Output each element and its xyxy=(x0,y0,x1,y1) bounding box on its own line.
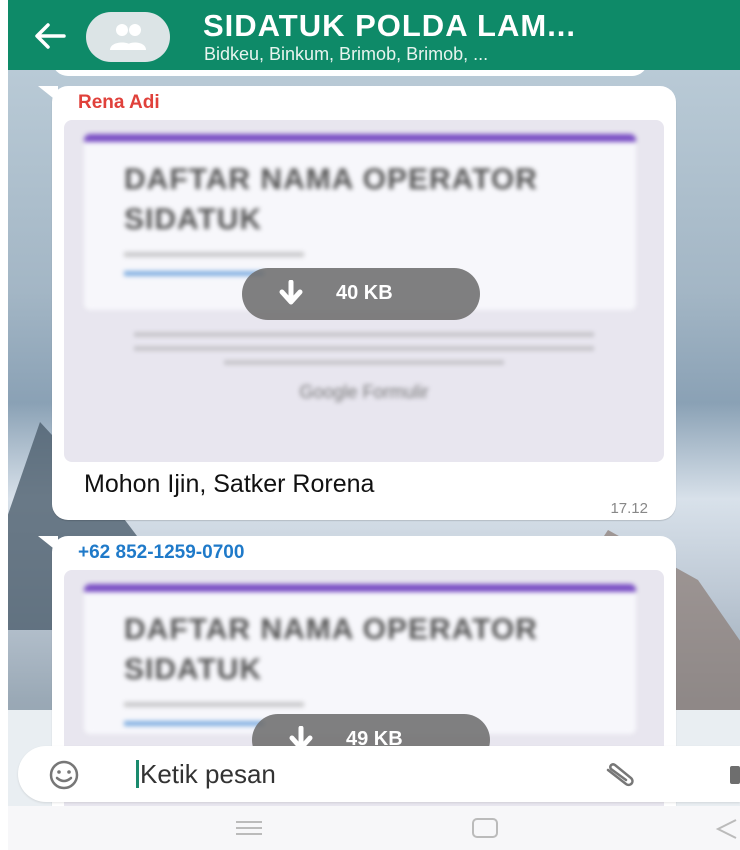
chat-area[interactable]: Rena Adi DAFTAR NAMA OPERATOR SIDATUK Go… xyxy=(8,70,740,810)
camera-icon[interactable] xyxy=(730,766,740,784)
bubble-tail xyxy=(38,86,58,102)
home-icon[interactable] xyxy=(472,818,498,838)
previous-message-bubble xyxy=(52,70,648,76)
message-composer xyxy=(18,746,740,802)
form-preview-card: DAFTAR NAMA OPERATOR SIDATUK xyxy=(84,584,636,734)
link-preview[interactable]: DAFTAR NAMA OPERATOR SIDATUK Google Form… xyxy=(64,120,664,462)
group-title[interactable]: SIDATUK POLDA LAM... xyxy=(203,8,740,44)
form-line xyxy=(124,702,304,707)
paperclip-icon[interactable] xyxy=(602,760,638,790)
sender-name[interactable]: Rena Adi xyxy=(78,92,160,114)
form-title: DAFTAR NAMA OPERATOR SIDATUK xyxy=(124,613,538,686)
recent-apps-icon[interactable] xyxy=(234,820,264,836)
group-avatar[interactable] xyxy=(86,12,170,62)
emoji-icon[interactable] xyxy=(48,759,80,791)
message-input[interactable] xyxy=(140,756,540,792)
message-time: 17.12 xyxy=(610,500,648,517)
form-accent-bar xyxy=(84,134,636,142)
sender-name[interactable]: +62 852-1259-0700 xyxy=(78,542,244,564)
system-nav-bar xyxy=(8,806,740,850)
form-link xyxy=(124,721,264,726)
form-link xyxy=(124,271,264,276)
preview-description xyxy=(134,332,594,337)
message-bubble[interactable]: Rena Adi DAFTAR NAMA OPERATOR SIDATUK Go… xyxy=(38,86,676,520)
group-icon xyxy=(110,24,146,50)
form-accent-bar xyxy=(84,584,636,592)
download-button[interactable]: 40 KB xyxy=(242,268,480,320)
file-size: 40 KB xyxy=(336,282,393,304)
nav-back-icon[interactable] xyxy=(714,818,738,840)
text-cursor xyxy=(136,760,139,788)
form-line xyxy=(124,252,304,257)
back-arrow-icon[interactable] xyxy=(30,16,70,56)
preview-description xyxy=(224,360,504,365)
group-members[interactable]: Bidkeu, Binkum, Brimob, Brimob, ... xyxy=(204,44,740,65)
preview-description xyxy=(134,346,594,351)
chat-header: SIDATUK POLDA LAM... Bidkeu, Binkum, Bri… xyxy=(8,0,740,70)
form-title: DAFTAR NAMA OPERATOR SIDATUK xyxy=(124,163,538,236)
message-text: Mohon Ijin, Satker Rorena xyxy=(84,470,375,498)
preview-source: Google Formulir xyxy=(299,382,429,402)
download-icon xyxy=(279,280,303,305)
